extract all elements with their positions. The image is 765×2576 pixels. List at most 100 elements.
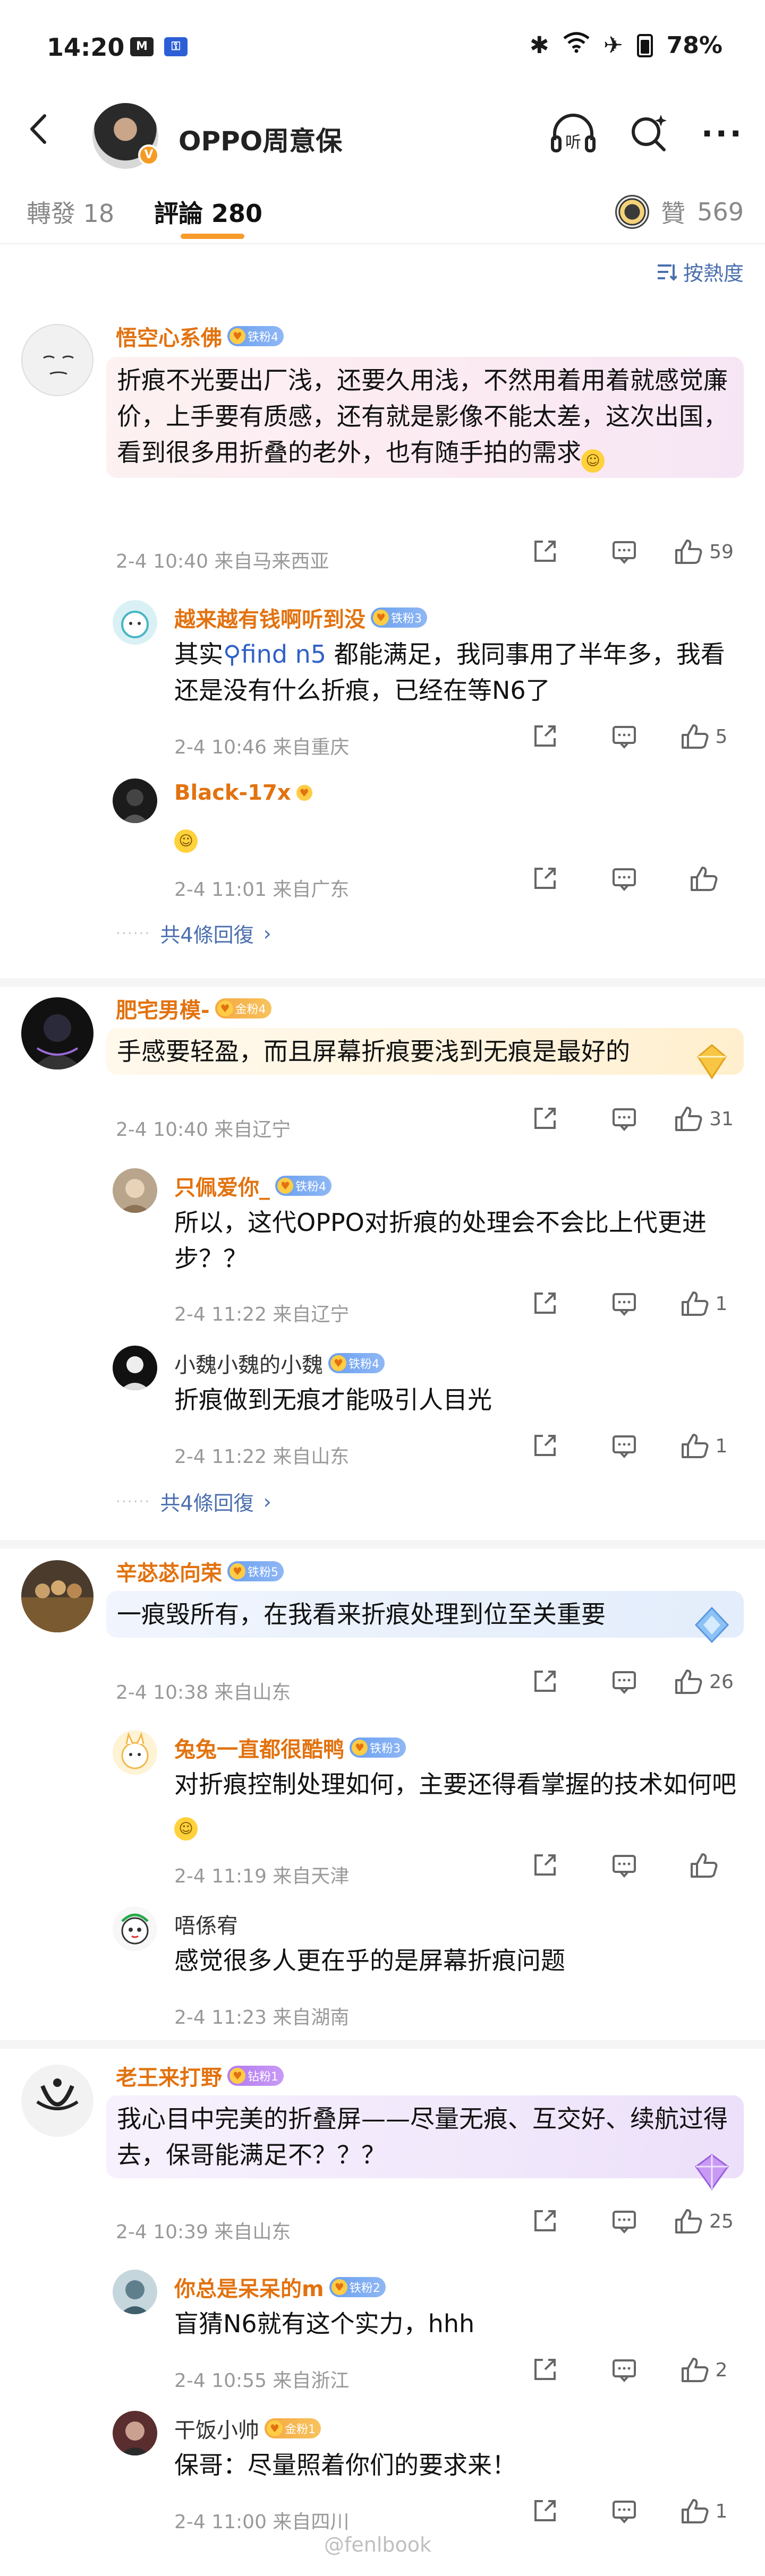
tab-comments-label: 評論	[154, 199, 203, 228]
reply-username[interactable]: 只佩爱你_ ♥ 铁粉4	[174, 1170, 332, 1201]
reply-button[interactable]	[584, 2208, 664, 2235]
like-count: 1	[715, 2500, 728, 2522]
like-count: 1	[715, 1293, 728, 1315]
like-button[interactable]	[664, 866, 744, 892]
username-text: 只佩爱你_	[174, 1176, 270, 1200]
comment-username[interactable]: 悟空心系佛 ♥ 铁粉4	[116, 321, 284, 352]
comment-actions: 59	[505, 538, 744, 565]
comment-username[interactable]: 肥宅男模- ♥ 金粉4	[116, 993, 271, 1024]
more-options-button[interactable]: ···	[701, 118, 744, 150]
like-button[interactable]: 1	[664, 1290, 744, 1317]
reply-text-part: 其实	[174, 640, 223, 669]
reply-username[interactable]: 越来越有钱啊听到没 ♥ 铁粉3	[174, 602, 427, 633]
ai-search-button[interactable]	[628, 112, 670, 156]
tab-bar: 轉發 18 評論 280 贊 569	[0, 175, 765, 244]
share-icon	[534, 1293, 556, 1314]
reply-username[interactable]: 兔兔一直都很酷鸭 ♥ 铁粉3	[174, 1732, 406, 1763]
share-button[interactable]	[505, 723, 584, 750]
user-avatar[interactable]	[21, 1560, 94, 1632]
like-button[interactable]: 5	[664, 723, 744, 750]
like-button[interactable]: 26	[664, 1668, 744, 1695]
reply-button[interactable]	[584, 723, 664, 750]
reply-avatar[interactable]	[113, 600, 157, 645]
user-avatar[interactable]	[21, 2065, 94, 2137]
fan-badge-label: 铁粉4	[248, 331, 278, 344]
share-button[interactable]	[505, 2208, 584, 2235]
share-button[interactable]	[505, 1668, 584, 1695]
reply-button[interactable]	[584, 1106, 664, 1132]
reply-meta: 2-4 11:22 来自山东	[174, 1446, 350, 1468]
reply-button[interactable]	[584, 1668, 664, 1695]
view-more-replies[interactable]: ······ 共4條回復 ›	[116, 919, 271, 948]
author-avatar[interactable]: V	[92, 103, 159, 169]
comment-icon	[613, 1671, 636, 1694]
tab-likes[interactable]: 贊 569	[615, 194, 744, 229]
like-button[interactable]: 59	[664, 538, 744, 565]
like-button[interactable]: 25	[664, 2208, 744, 2235]
comment-icon	[613, 541, 636, 564]
reply-avatar[interactable]	[113, 2411, 157, 2455]
like-button[interactable]: 31	[664, 1106, 744, 1132]
like-button[interactable]: 1	[664, 2498, 744, 2524]
share-button[interactable]	[505, 1852, 584, 1879]
vip-badge-icon: ♥	[296, 785, 312, 801]
username-text: 兔兔一直都很酷鸭	[174, 1738, 344, 1762]
reply-avatar[interactable]	[113, 1730, 157, 1775]
reply-avatar[interactable]	[113, 2270, 157, 2314]
reply-username[interactable]: 干饭小帅 ♥ 金粉1	[174, 2413, 321, 2444]
reply-button[interactable]	[584, 866, 664, 892]
svg-text:听: 听	[565, 133, 581, 152]
topic-link[interactable]: ⚲find n5	[223, 640, 326, 669]
like-button[interactable]	[664, 1852, 744, 1879]
user-avatar[interactable]	[21, 324, 94, 396]
share-button[interactable]	[505, 866, 584, 892]
share-button[interactable]	[505, 538, 584, 565]
section-divider	[0, 1540, 765, 1548]
share-icon	[534, 1108, 556, 1129]
view-more-replies[interactable]: ······ 共4條回復 ›	[116, 1487, 271, 1516]
share-button[interactable]	[505, 1290, 584, 1317]
sort-toggle[interactable]: 按熱度	[656, 257, 744, 286]
reply-avatar[interactable]	[113, 1346, 157, 1390]
like-button[interactable]: 1	[664, 1433, 744, 1459]
fan-badge-label: 金粉1	[285, 2423, 316, 2436]
reply-avatar[interactable]	[113, 1906, 157, 1951]
fan-badge-icon: ♥	[331, 2279, 347, 2295]
fan-badge: ♥ 铁粉5	[227, 1561, 284, 1581]
reply-button[interactable]	[584, 1290, 664, 1317]
search-small-icon: ⚲	[223, 640, 241, 669]
reply-username[interactable]: 你总是呆呆的m ♥ 铁粉2	[174, 2272, 386, 2303]
user-avatar[interactable]	[21, 997, 94, 1069]
like-button[interactable]: 2	[664, 2357, 744, 2383]
share-button[interactable]	[505, 1433, 584, 1459]
reply-button[interactable]	[584, 538, 664, 565]
comment-username[interactable]: 辛苾苾向荣 ♥ 铁粉5	[116, 1556, 284, 1587]
reply-username[interactable]: Black-17x ♥	[174, 781, 312, 805]
back-button[interactable]	[21, 110, 58, 148]
listen-button[interactable]: 听	[549, 113, 597, 155]
tab-reposts[interactable]: 轉發 18	[27, 194, 114, 229]
reply-username[interactable]: 唔係宥	[174, 1909, 238, 1939]
comment-username[interactable]: 老王来打野 ♥ 钻粉1	[116, 2060, 284, 2091]
reply-username[interactable]: 小魏小魏的小魏 ♥ 铁粉4	[174, 1348, 385, 1379]
dots-decoration: ······	[116, 925, 151, 942]
reply-text: 所以，这代OPPO对折痕的处理会不会比上代更进步？？	[174, 1208, 707, 1273]
reply-avatar[interactable]	[113, 1168, 157, 1213]
reply-avatar[interactable]	[113, 778, 157, 823]
thumbs-up-icon	[675, 2209, 702, 2233]
tab-comments[interactable]: 評論 280	[154, 194, 262, 229]
thumbs-up-icon	[675, 540, 702, 564]
section-divider	[0, 978, 765, 987]
topic-link-text: find n5	[241, 640, 327, 669]
share-button[interactable]	[505, 1106, 584, 1132]
reply-button[interactable]	[584, 1852, 664, 1879]
comment-text-content: 折痕不光要出厂浅，还要久用浅，不然用着用着就感觉廉价，上手要有质感，还有就是影像…	[117, 366, 728, 467]
page-title[interactable]: OPPO周意保	[178, 120, 342, 158]
share-button[interactable]	[505, 2498, 584, 2524]
reply-button[interactable]	[584, 2357, 664, 2383]
fan-badge-label: 铁粉5	[248, 1566, 278, 1579]
share-button[interactable]	[505, 2357, 584, 2383]
reply-button[interactable]	[584, 1433, 664, 1459]
fan-badge-icon: ♥	[373, 610, 389, 626]
reply-button[interactable]	[584, 2498, 664, 2524]
